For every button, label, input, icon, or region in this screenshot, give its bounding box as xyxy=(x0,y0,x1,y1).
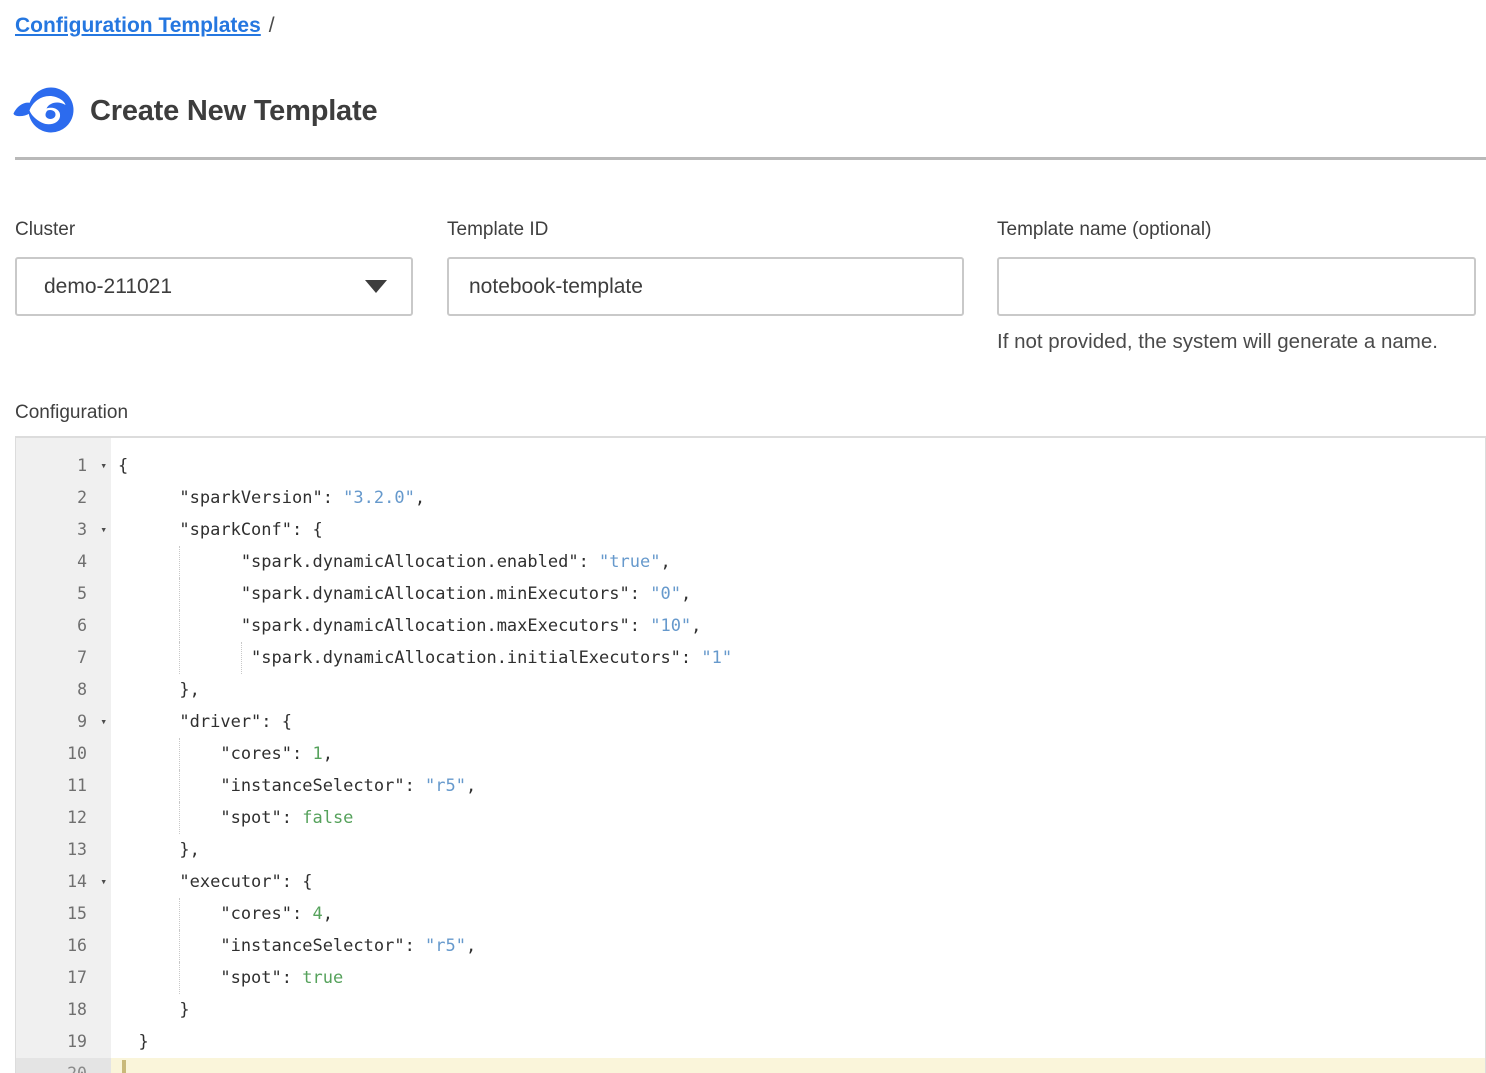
line-number: 11 xyxy=(16,770,111,802)
code-line-text: "spot": false xyxy=(111,802,1485,834)
header-divider xyxy=(15,157,1486,160)
code-line: 2 "sparkVersion": "3.2.0", xyxy=(16,482,1485,514)
cluster-label: Cluster xyxy=(15,219,75,241)
line-number: 16 xyxy=(16,930,111,962)
code-line: 17 "spot": true xyxy=(16,962,1485,994)
template-id-label: Template ID xyxy=(447,219,548,241)
fold-arrow-icon[interactable]: ▾ xyxy=(100,706,107,738)
code-line-text: "spark.dynamicAllocation.enabled": "true… xyxy=(111,546,1485,578)
indent-guide xyxy=(179,578,180,610)
cluster-selected-value: demo-211021 xyxy=(44,275,365,299)
code-line-text: { xyxy=(111,450,1485,482)
line-number: 5 xyxy=(16,578,111,610)
code-line: 3▾ "sparkConf": { xyxy=(16,514,1485,546)
line-number: 6 xyxy=(16,610,111,642)
code-line-text: "spark.dynamicAllocation.minExecutors": … xyxy=(111,578,1485,610)
line-number: 2 xyxy=(16,482,111,514)
indent-guide xyxy=(179,962,180,994)
code-line-text: "sparkVersion": "3.2.0", xyxy=(111,482,1485,514)
line-number: 1▾ xyxy=(16,450,111,482)
configuration-label: Configuration xyxy=(15,402,128,424)
indent-guide xyxy=(179,802,180,834)
code-line-text: }, xyxy=(111,674,1485,706)
line-number: 9▾ xyxy=(16,706,111,738)
code-line: 13 }, xyxy=(16,834,1485,866)
code-line: 18 } xyxy=(16,994,1485,1026)
create-template-page: Configuration Templates / Create New Temp… xyxy=(0,0,1486,1073)
template-name-helper-text: If not provided, the system will generat… xyxy=(997,330,1438,354)
cluster-select[interactable]: demo-211021 xyxy=(15,257,413,316)
text-cursor xyxy=(122,1060,126,1073)
indent-guide xyxy=(179,610,180,642)
line-number: 19 xyxy=(16,1026,111,1058)
indent-guide xyxy=(179,930,180,962)
code-line: 1▾{ xyxy=(16,450,1485,482)
code-line: 15 "cores": 4, xyxy=(16,898,1485,930)
line-number: 12 xyxy=(16,802,111,834)
code-line-text: }, xyxy=(111,834,1485,866)
code-line: 9▾ "driver": { xyxy=(16,706,1485,738)
template-name-label: Template name (optional) xyxy=(997,219,1211,241)
page-title: Create New Template xyxy=(90,95,377,128)
code-line-text: "driver": { xyxy=(111,706,1485,738)
fold-arrow-icon[interactable]: ▾ xyxy=(100,514,107,546)
code-line: 5 "spark.dynamicAllocation.minExecutors"… xyxy=(16,578,1485,610)
code-line: 10 "cores": 1, xyxy=(16,738,1485,770)
code-line: 12 "spot": false xyxy=(16,802,1485,834)
template-id-input[interactable] xyxy=(447,257,964,316)
line-number: 15 xyxy=(16,898,111,930)
code-line-text: "cores": 1, xyxy=(111,738,1485,770)
line-number: 20 xyxy=(16,1058,111,1073)
fold-arrow-icon[interactable]: ▾ xyxy=(100,866,107,898)
code-line: 11 "instanceSelector": "r5", xyxy=(16,770,1485,802)
code-line-text: } xyxy=(111,994,1485,1026)
code-line: 7 "spark.dynamicAllocation.initialExecut… xyxy=(16,642,1485,674)
line-number: 13 xyxy=(16,834,111,866)
indent-guide xyxy=(179,738,180,770)
line-number: 17 xyxy=(16,962,111,994)
indent-guide xyxy=(179,546,180,578)
indent-guide xyxy=(179,898,180,930)
line-number: 10 xyxy=(16,738,111,770)
configuration-code-editor[interactable]: 1▾{2 "sparkVersion": "3.2.0",3▾ "sparkCo… xyxy=(15,436,1486,1073)
line-number: 7 xyxy=(16,642,111,674)
code-line-text: "instanceSelector": "r5", xyxy=(111,930,1485,962)
code-line-text: "executor": { xyxy=(111,866,1485,898)
line-number: 14▾ xyxy=(16,866,111,898)
indent-guide xyxy=(241,642,242,674)
code-line: 4 "spark.dynamicAllocation.enabled": "tr… xyxy=(16,546,1485,578)
code-line: 20 xyxy=(16,1058,1485,1073)
code-line-text: } xyxy=(111,1026,1485,1058)
chevron-down-icon xyxy=(365,280,387,293)
code-line-text: "spark.dynamicAllocation.initialExecutor… xyxy=(111,642,1485,674)
breadcrumb-link-configuration-templates[interactable]: Configuration Templates xyxy=(15,14,261,37)
line-number: 3▾ xyxy=(16,514,111,546)
code-line-text: "sparkConf": { xyxy=(111,514,1485,546)
line-number: 18 xyxy=(16,994,111,1026)
indent-guide xyxy=(179,642,180,674)
brand-wave-logo-icon xyxy=(11,83,77,144)
code-line: 16 "instanceSelector": "r5", xyxy=(16,930,1485,962)
code-line: 14▾ "executor": { xyxy=(16,866,1485,898)
line-number: 8 xyxy=(16,674,111,706)
fold-arrow-icon[interactable]: ▾ xyxy=(100,450,107,482)
code-line-text: "instanceSelector": "r5", xyxy=(111,770,1485,802)
code-line-text xyxy=(111,1058,1485,1073)
breadcrumb: Configuration Templates / xyxy=(15,14,275,38)
code-line: 8 }, xyxy=(16,674,1485,706)
code-line-text: "spark.dynamicAllocation.maxExecutors": … xyxy=(111,610,1485,642)
code-line: 19 } xyxy=(16,1026,1485,1058)
code-line: 6 "spark.dynamicAllocation.maxExecutors"… xyxy=(16,610,1485,642)
code-line-text: "cores": 4, xyxy=(111,898,1485,930)
indent-guide xyxy=(179,770,180,802)
template-name-input[interactable] xyxy=(997,257,1476,316)
code-line-text: "spot": true xyxy=(111,962,1485,994)
line-number: 4 xyxy=(16,546,111,578)
breadcrumb-separator: / xyxy=(269,14,275,37)
